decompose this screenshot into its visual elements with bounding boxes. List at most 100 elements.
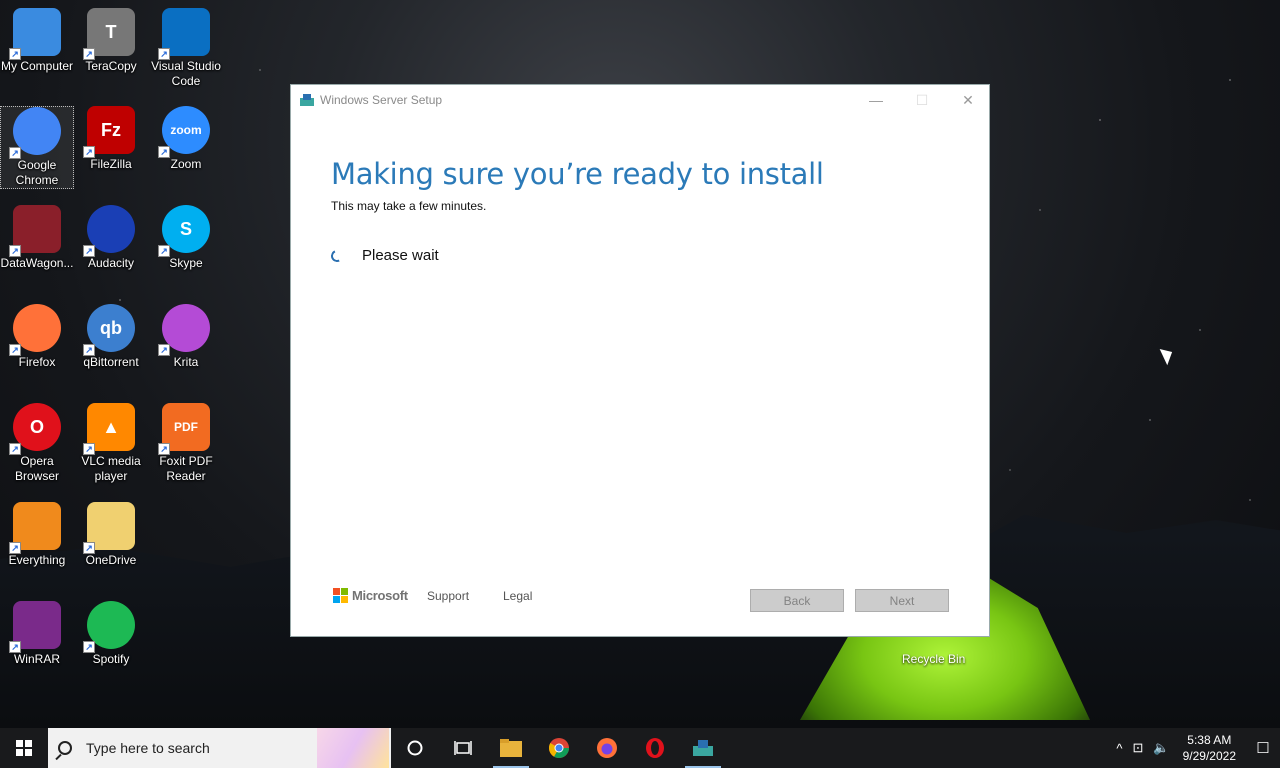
- loading-spinner-icon: [329, 248, 345, 264]
- status-text: Please wait: [362, 247, 439, 264]
- chrome-icon: ↗: [9, 107, 61, 159]
- shortcut-arrow-icon: ↗: [9, 542, 21, 554]
- network-icon[interactable]: ⊡: [1133, 740, 1144, 756]
- desktop-icon-vlc[interactable]: ▲ ↗ VLC media player: [74, 403, 148, 484]
- desktop-icon-filezilla[interactable]: Fz ↗ FileZilla: [74, 106, 148, 172]
- taskbar-file-explorer[interactable]: [487, 728, 535, 768]
- desktop-icon-label: My Computer: [0, 59, 74, 73]
- maximize-button[interactable]: ☐: [899, 85, 945, 115]
- taskbar-opera[interactable]: [631, 728, 679, 768]
- system-tray: ^ ⊡ 🔈 5:38 AM 9/29/2022 ☐: [1111, 728, 1280, 768]
- desktop-icon-computer[interactable]: ↗ My Computer: [0, 8, 74, 74]
- desktop-icon-label: WinRAR: [13, 652, 60, 666]
- show-hidden-icons-chevron-icon[interactable]: ^: [1116, 741, 1122, 756]
- shortcut-arrow-icon: ↗: [158, 443, 170, 455]
- setup-app-icon: [693, 740, 713, 756]
- opera-icon: O ↗: [9, 403, 61, 455]
- window-title: Windows Server Setup: [320, 93, 443, 107]
- minimize-button[interactable]: —: [853, 85, 899, 115]
- desktop-icon-everything[interactable]: ↗ Everything: [0, 502, 74, 568]
- desktop-icon-zoom[interactable]: zoom ↗ Zoom: [149, 106, 223, 172]
- zoom-icon: zoom ↗: [158, 106, 210, 158]
- shortcut-arrow-icon: ↗: [9, 48, 21, 60]
- firefox-icon: [597, 738, 617, 758]
- desktop-icon-spotify[interactable]: ↗ Spotify: [74, 601, 148, 667]
- desktop-icon-datawagon[interactable]: ↗ DataWagon...: [0, 205, 74, 271]
- desktop-icon-label: Skype: [169, 256, 203, 270]
- notification-center-icon[interactable]: ☐: [1246, 728, 1280, 768]
- next-button[interactable]: Next: [855, 589, 949, 612]
- everything-icon: ↗: [9, 502, 61, 554]
- desktop-icon-audacity[interactable]: ↗ Audacity: [74, 205, 148, 271]
- filezilla-icon: Fz ↗: [83, 106, 135, 158]
- cortana-icon: [407, 740, 423, 756]
- vscode-icon: ↗: [158, 8, 210, 60]
- shortcut-arrow-icon: ↗: [83, 641, 95, 653]
- task-view-icon: [454, 741, 472, 755]
- desktop-icon-label: qBittorrent: [83, 355, 139, 369]
- skype-icon: S ↗: [158, 205, 210, 257]
- taskbar-search-box[interactable]: Type here to search: [48, 728, 391, 768]
- taskbar-clock[interactable]: 5:38 AM 9/29/2022: [1183, 732, 1236, 764]
- back-button[interactable]: Back: [750, 589, 844, 612]
- firefox-icon: ↗: [9, 304, 61, 356]
- search-placeholder: Type here to search: [86, 740, 210, 756]
- desktop-icon-opera[interactable]: O ↗ Opera Browser: [0, 403, 74, 484]
- desktop-icon-firefox[interactable]: ↗ Firefox: [0, 304, 74, 370]
- desktop-icon-label: Audacity: [87, 256, 135, 270]
- taskbar-chrome[interactable]: [535, 728, 583, 768]
- krita-icon: ↗: [158, 304, 210, 356]
- shortcut-arrow-icon: ↗: [158, 48, 170, 60]
- desktop-icon-label: Zoom: [170, 157, 202, 171]
- shortcut-arrow-icon: ↗: [83, 443, 95, 455]
- desktop-icon-krita[interactable]: ↗ Krita: [149, 304, 223, 370]
- clock-date: 9/29/2022: [1182, 749, 1236, 763]
- desktop-icon-label: VLC media player: [81, 454, 141, 483]
- cortana-button[interactable]: [391, 728, 439, 768]
- start-button[interactable]: [0, 728, 48, 768]
- spotify-icon: ↗: [83, 601, 135, 653]
- taskbar-windows-setup[interactable]: [679, 728, 727, 768]
- page-heading: Making sure you’re ready to install: [331, 157, 824, 191]
- shortcut-arrow-icon: ↗: [83, 542, 95, 554]
- shortcut-arrow-icon: ↗: [9, 245, 21, 257]
- desktop-icon-skype[interactable]: S ↗ Skype: [149, 205, 223, 271]
- teracopy-icon: T ↗: [83, 8, 135, 60]
- taskbar-firefox[interactable]: [583, 728, 631, 768]
- shortcut-arrow-icon: ↗: [9, 344, 21, 356]
- desktop-icon-label: DataWagon...: [0, 256, 74, 270]
- computer-icon: ↗: [9, 8, 61, 60]
- desktop-icon-teracopy[interactable]: T ↗ TeraCopy: [74, 8, 148, 74]
- setup-app-icon: [300, 94, 314, 106]
- shortcut-arrow-icon: ↗: [158, 146, 170, 158]
- desktop-icon-vscode[interactable]: ↗ Visual Studio Code: [149, 8, 223, 89]
- desktop-icon-label: Visual Studio Code: [151, 59, 221, 88]
- vlc-icon: ▲ ↗: [83, 403, 135, 455]
- desktop-icon-label: Spotify: [92, 652, 130, 666]
- shortcut-arrow-icon: ↗: [9, 147, 21, 159]
- desktop-icon-label: Foxit PDF Reader: [159, 454, 213, 483]
- audacity-icon: ↗: [83, 205, 135, 257]
- shortcut-arrow-icon: ↗: [83, 245, 95, 257]
- search-highlight-image[interactable]: [317, 728, 389, 768]
- shortcut-arrow-icon: ↗: [158, 245, 170, 257]
- desktop-icon-label: Krita: [173, 355, 199, 369]
- page-subtitle: This may take a few minutes.: [331, 199, 487, 213]
- support-link[interactable]: Support: [427, 589, 469, 603]
- close-button[interactable]: ✕: [945, 85, 991, 115]
- shortcut-arrow-icon: ↗: [9, 641, 21, 653]
- desktop-icon-chrome[interactable]: ↗ Google Chrome: [0, 106, 74, 189]
- desktop-icon-onedrive[interactable]: ↗ OneDrive: [74, 502, 148, 568]
- volume-icon[interactable]: 🔈: [1153, 740, 1169, 756]
- task-view-button[interactable]: [439, 728, 487, 768]
- shortcut-arrow-icon: ↗: [9, 443, 21, 455]
- legal-link[interactable]: Legal: [503, 589, 532, 603]
- opera-icon: [646, 738, 664, 758]
- recycle-bin-label[interactable]: Recycle Bin: [902, 652, 965, 666]
- desktop-icon-label: Google Chrome: [15, 158, 59, 187]
- shortcut-arrow-icon: ↗: [158, 344, 170, 356]
- desktop-icon-foxit[interactable]: PDF ↗ Foxit PDF Reader: [149, 403, 223, 484]
- desktop-icon-qbittorrent[interactable]: qb ↗ qBittorrent: [74, 304, 148, 370]
- desktop-icon-label: TeraCopy: [85, 59, 137, 73]
- desktop-icon-winrar[interactable]: ↗ WinRAR: [0, 601, 74, 667]
